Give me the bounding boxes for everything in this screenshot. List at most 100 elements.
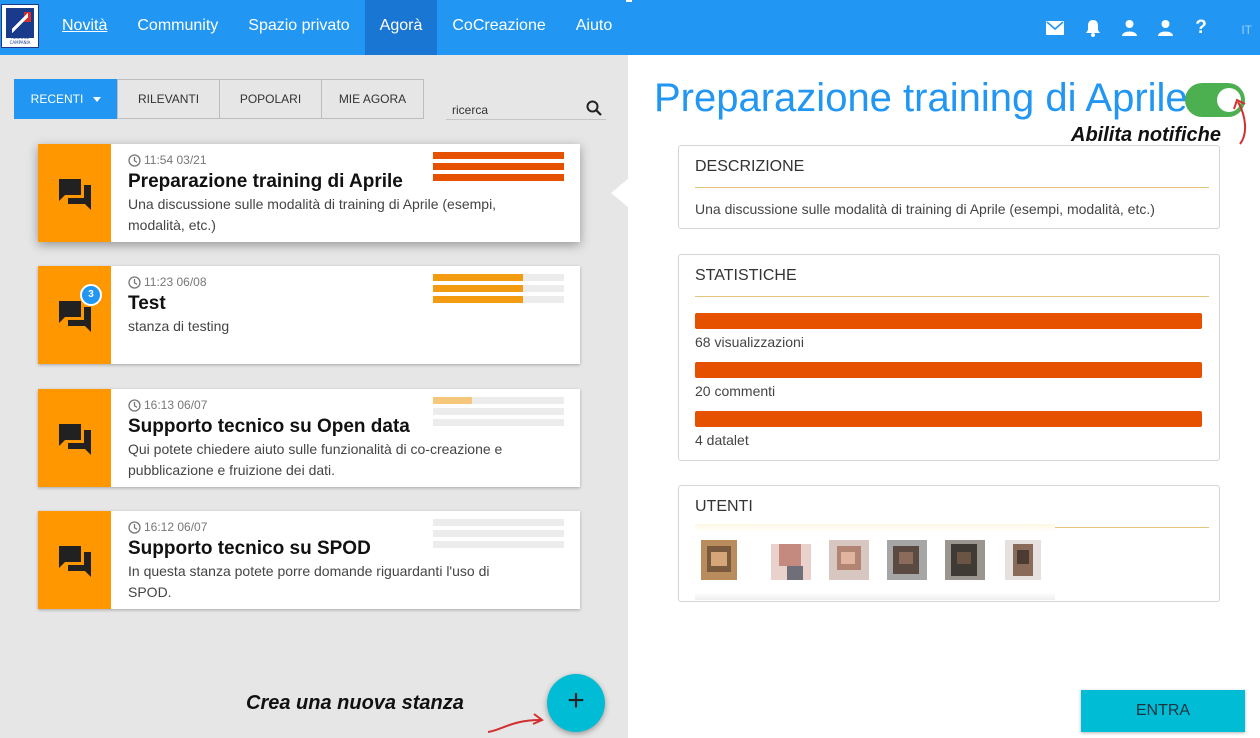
avatar[interactable] [999, 538, 1047, 582]
room-card[interactable]: 16:12 06/07 Supporto tecnico su SPOD In … [38, 511, 580, 609]
activity-bar [433, 274, 564, 281]
top-navbar: REGIONE CAMPANIA Novità Community Spazio… [0, 0, 1260, 55]
avatar[interactable] [825, 538, 873, 582]
nav-icon-group: ? [1046, 0, 1208, 55]
top-notch [626, 0, 632, 2]
room-description: stanza di testing [128, 318, 230, 334]
region-logo[interactable]: REGIONE CAMPANIA [1, 4, 39, 48]
activity-bar [433, 296, 564, 303]
clock-icon [128, 153, 141, 167]
activity-bar [433, 174, 564, 181]
room-card-side [38, 144, 111, 242]
hint-arrow-icon [1233, 98, 1246, 145]
users-fade [695, 524, 1055, 532]
avatar[interactable] [767, 538, 815, 582]
room-time-text: 16:13 06/07 [144, 398, 208, 412]
room-card[interactable]: 3 11:23 06/08 Test stanza di testing [38, 266, 580, 364]
room-time: 16:12 06/07 [128, 520, 207, 534]
region-crest-icon [6, 8, 34, 38]
activity-bars [433, 519, 564, 552]
tab-rilevanti[interactable]: RILEVANTI [117, 79, 220, 119]
stat-label: 4 datalet [695, 432, 749, 448]
clock-icon [128, 520, 141, 534]
room-description: Qui potete chiedere aiuto sulle funziona… [128, 441, 503, 478]
nav-aiuto[interactable]: Aiuto [561, 0, 627, 55]
room-title: Preparazione training di Aprile [128, 171, 403, 192]
activity-bar [433, 163, 564, 170]
room-card-side [38, 511, 111, 609]
clock-icon [128, 398, 141, 412]
room-time-text: 11:54 03/21 [144, 153, 207, 167]
room-card[interactable]: 11:54 03/21 Preparazione training di Apr… [38, 144, 580, 242]
user-profile-icon[interactable] [1158, 19, 1173, 36]
stat-bar [695, 313, 1202, 329]
enter-room-button[interactable]: ENTRA [1081, 690, 1245, 732]
room-time: 16:13 06/07 [128, 398, 207, 412]
room-card[interactable]: 16:13 06/07 Supporto tecnico su Open dat… [38, 389, 580, 487]
create-room-button[interactable]: + [547, 674, 605, 732]
statistics-box: STATISTICHE 68 visualizzazioni 20 commen… [678, 254, 1220, 461]
tab-recenti[interactable]: RECENTI [14, 79, 118, 119]
selection-pointer [611, 178, 629, 208]
stat-label: 20 commenti [695, 383, 776, 399]
search-field[interactable]: ricerca [446, 88, 606, 120]
nav-agora[interactable]: Agorà [364, 0, 438, 55]
bell-icon[interactable] [1085, 19, 1101, 37]
tab-recenti-label: RECENTI [30, 92, 84, 106]
avatar[interactable] [941, 538, 989, 582]
activity-bar [433, 519, 564, 526]
language-selector[interactable]: IT [1241, 23, 1252, 37]
mail-icon[interactable] [1046, 20, 1064, 35]
search-input[interactable]: ricerca [452, 103, 488, 117]
unread-badge: 3 [80, 284, 102, 306]
stat-views: 68 visualizzazioni [695, 313, 1202, 350]
nav-cocreazione[interactable]: CoCreazione [437, 0, 560, 55]
chevron-down-icon[interactable] [93, 96, 102, 102]
main-nav: Novità Community Spazio privato Agorà Co… [47, 0, 627, 55]
user-icon[interactable] [1122, 19, 1137, 36]
clock-icon [128, 275, 141, 289]
tab-mie-agora[interactable]: MIE AGORA [321, 79, 424, 119]
activity-bar [433, 530, 564, 537]
stat-datalets: 4 datalet [695, 411, 1202, 448]
room-card-side: 3 [38, 266, 111, 364]
activity-bars [433, 397, 564, 430]
notifications-hint: Abilita notifiche [1071, 124, 1221, 146]
room-card-side [38, 389, 111, 487]
divider [695, 187, 1209, 188]
avatar[interactable] [883, 538, 931, 582]
activity-bar [433, 285, 564, 292]
avatar[interactable] [695, 538, 743, 582]
room-time-text: 16:12 06/07 [144, 520, 208, 534]
nav-novita[interactable]: Novità [47, 0, 122, 55]
users-box: UTENTI [678, 485, 1220, 602]
detail-room-title: Preparazione training di Aprile [654, 76, 1188, 120]
room-time: 11:23 06/08 [128, 275, 207, 289]
room-description: In questa stanza potete porre domande ri… [128, 563, 490, 600]
filter-tabs: RECENTI RILEVANTI POPOLARI MIE AGORA [14, 79, 424, 119]
tab-popolari[interactable]: POPOLARI [219, 79, 322, 119]
create-room-hint: Crea una nuova stanza [246, 692, 464, 714]
search-icon[interactable] [586, 100, 602, 116]
room-time: 11:54 03/21 [128, 153, 207, 167]
room-title: Test [128, 293, 166, 314]
stat-bar [695, 362, 1202, 378]
nav-spazio-privato[interactable]: Spazio privato [233, 0, 364, 55]
activity-bar [433, 408, 564, 415]
room-title: Supporto tecnico su Open data [128, 416, 410, 437]
room-description: Una discussione sulle modalità di traini… [128, 196, 497, 233]
stat-bar [695, 411, 1202, 427]
description-text: Una discussione sulle modalità di traini… [695, 201, 1155, 217]
nav-community[interactable]: Community [122, 0, 233, 55]
help-icon[interactable]: ? [1194, 17, 1208, 39]
chat-icon [59, 546, 91, 577]
room-time-text: 11:23 06/08 [144, 275, 207, 289]
activity-bar [433, 397, 564, 404]
statistics-heading: STATISTICHE [695, 267, 797, 284]
chat-icon [59, 179, 91, 210]
activity-bars [433, 274, 564, 307]
user-avatars [695, 534, 1055, 584]
logo-caption: REGIONE CAMPANIA [9, 35, 31, 45]
room-title: Supporto tecnico su SPOD [128, 538, 371, 559]
description-heading: DESCRIZIONE [695, 158, 805, 175]
